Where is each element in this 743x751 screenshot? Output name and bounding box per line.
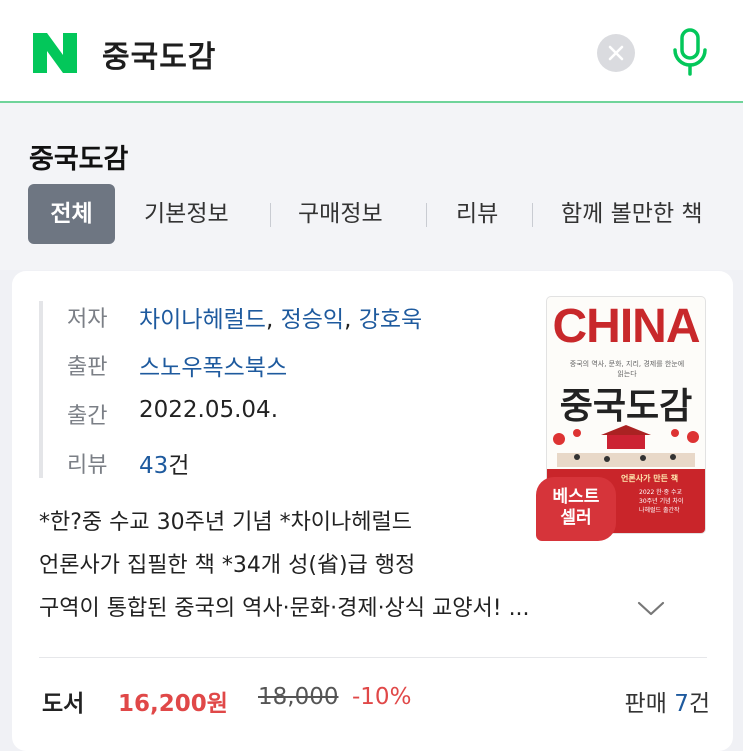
author-link[interactable]: 강호욱 bbox=[359, 307, 422, 333]
microphone-icon[interactable] bbox=[670, 28, 710, 78]
review-count[interactable]: 43건 bbox=[139, 446, 189, 480]
publisher-label: 출판 bbox=[67, 355, 108, 380]
tab-purchase-info[interactable]: 구매정보 bbox=[298, 184, 383, 244]
original-price: 18,000 bbox=[258, 684, 339, 710]
tab-reviews[interactable]: 리뷰 bbox=[456, 184, 498, 244]
cover-subtitle: 중국의 역사, 문화, 지리, 경제를 한눈에 읽는다 bbox=[569, 360, 685, 378]
cover-title: CHINA bbox=[552, 300, 701, 353]
cover-band-text: 언론사가 만든 책 bbox=[621, 474, 679, 483]
price-row[interactable]: 도서 16,200원 18,000 -10% 판매 7건 bbox=[42, 684, 710, 720]
publish-date-label: 출간 bbox=[67, 404, 108, 429]
review-label: 리뷰 bbox=[67, 453, 108, 478]
divider bbox=[39, 657, 707, 658]
tab-all[interactable]: 전체 bbox=[28, 184, 115, 244]
cover-illustration bbox=[553, 425, 699, 467]
sales-count[interactable]: 판매 7건 bbox=[625, 684, 710, 718]
tab-divider bbox=[426, 203, 427, 227]
author-link[interactable]: 정승익 bbox=[281, 307, 344, 333]
info-accent-bar bbox=[39, 301, 43, 478]
author-link[interactable]: 차이나헤럴드 bbox=[139, 307, 266, 333]
section-title[interactable]: 중국도감 bbox=[29, 137, 128, 176]
description-line: 구역이 통합된 중국의 역사·문화·경제·상식 교양서! ... bbox=[39, 596, 530, 621]
sales-label: 판매 bbox=[624, 691, 667, 717]
review-count-unit: 건 bbox=[168, 453, 190, 479]
tab-divider bbox=[270, 203, 271, 227]
book-description[interactable]: *한?중 수교 30주년 기념 *차이나헤럴드 언론사가 집필한 책 *34개 … bbox=[39, 501, 639, 630]
publish-date: 2022.05.04. bbox=[139, 397, 278, 423]
book-card: 저자 차이나헤럴드, 정승익, 강호욱 출판 스노우폭스북스 출간 2022.0… bbox=[12, 271, 733, 751]
author-list: 차이나헤럴드, 정승익, 강호욱 bbox=[139, 307, 423, 333]
search-bar: 중국도감 bbox=[0, 0, 743, 103]
sales-count-number: 7 bbox=[674, 691, 689, 717]
naver-logo[interactable] bbox=[33, 33, 77, 73]
cover-band-small-text: 2022 한·중 수교 30주년 기념 차이나헤럴드 출간작 bbox=[639, 489, 684, 514]
description-line: *한?중 수교 30주년 기념 *차이나헤럴드 bbox=[39, 510, 413, 535]
sale-price: 16,200원 bbox=[118, 691, 228, 717]
tab-recommended-books[interactable]: 함께 볼만한 책 bbox=[561, 184, 703, 244]
clear-search-button[interactable] bbox=[597, 34, 635, 72]
tab-basic-info[interactable]: 기본정보 bbox=[144, 184, 229, 244]
chevron-down-icon[interactable] bbox=[637, 601, 665, 617]
product-type: 도서 bbox=[42, 691, 85, 717]
review-count-number[interactable]: 43 bbox=[139, 453, 168, 479]
tab-bar: 전체 기본정보 구매정보 리뷰 함께 볼만한 책 bbox=[28, 184, 743, 244]
description-line: 언론사가 집필한 책 *34개 성(省)급 행정 bbox=[39, 553, 416, 578]
discount-rate: -10% bbox=[352, 684, 412, 710]
publisher-link[interactable]: 스노우폭스북스 bbox=[139, 348, 287, 382]
author-label: 저자 bbox=[67, 307, 108, 332]
sales-unit: 건 bbox=[688, 691, 710, 717]
close-icon bbox=[608, 45, 624, 61]
tab-divider bbox=[532, 203, 533, 227]
book-section-header: 중국도감 전체 기본정보 구매정보 리뷰 함께 볼만한 책 bbox=[0, 103, 743, 270]
search-query-text[interactable]: 중국도감 bbox=[102, 32, 216, 76]
cover-korean-title: 중국도감 bbox=[559, 386, 693, 427]
